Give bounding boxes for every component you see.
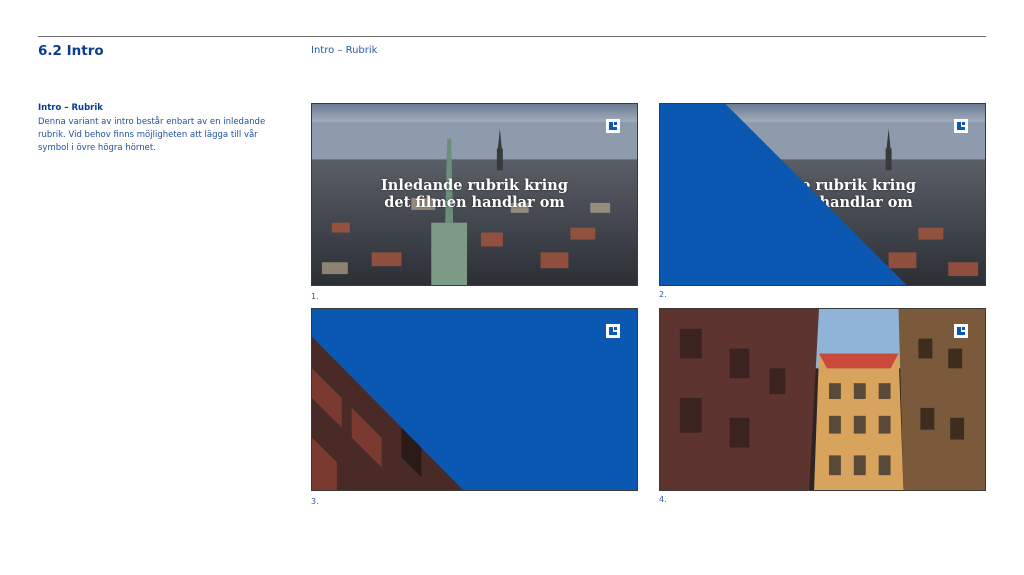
description-body: Denna variant av intro består enbart av … [38,117,266,153]
brand-symbol-icon [954,119,968,133]
frame-caption-4: 4. [659,495,667,504]
frame-caption-1: 1. [311,292,319,301]
page-title: 6.2 Intro [38,43,104,59]
blue-diagonal-wipe [660,104,907,285]
alley-image [660,309,985,490]
intro-headline: Inledande rubrik kring det filmen handla… [312,177,637,211]
header-rule [38,36,986,37]
example-frame-2: Inledande rubrik kring det filmen handla… [659,103,986,286]
intro-headline-line1: Inledande rubrik kring [381,177,568,194]
page-subtitle: Intro – Rubrik [311,45,378,56]
brand-symbol-icon [606,324,620,338]
description-heading: Intro – Rubrik [38,103,103,113]
frame-caption-2: 2. [659,290,667,299]
intro-headline-line2: det filmen handlar om [384,194,565,211]
frame-caption-3: 3. [311,497,319,506]
example-frame-3 [311,308,638,491]
blue-wipe-building-image [312,309,637,490]
example-frame-1: Inledande rubrik kring det filmen handla… [311,103,638,286]
example-frame-4 [659,308,986,491]
brand-symbol-icon [606,119,620,133]
brand-symbol-icon [954,324,968,338]
